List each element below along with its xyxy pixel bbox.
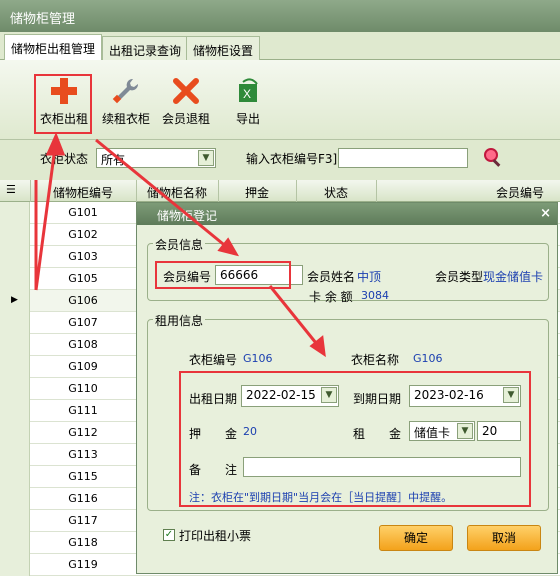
locker-code: G108 [68, 338, 98, 351]
locker-code: G105 [68, 272, 98, 285]
locker-code: G119 [68, 558, 98, 571]
dialog-titlebar: 储物柜登记 × [137, 203, 557, 225]
annotation-highlight-member-id [155, 261, 291, 289]
locker-code: G113 [68, 448, 98, 461]
row-pointer-icon: ▶ [0, 290, 30, 312]
rent-payment-select[interactable]: 储值卡 ▼ [409, 421, 475, 441]
locker-code: G115 [68, 470, 98, 483]
col-locker-name[interactable]: 储物柜名称 [136, 184, 218, 201]
renew-locker-button[interactable]: 续租衣柜 [96, 70, 156, 132]
annotation-highlight-rent [34, 74, 92, 134]
grid-menu-icon[interactable]: ☰ [6, 183, 16, 196]
member-name-value: 中顶 [357, 270, 382, 284]
locker-search-input[interactable] [338, 148, 468, 168]
export-label: 导出 [235, 112, 260, 126]
confirm-button[interactable]: 确定 [379, 525, 453, 551]
window-title: 储物柜管理 [10, 12, 76, 27]
start-date-value: 2022-02-15 [246, 388, 316, 402]
print-receipt-label: 打印出租小票 [179, 529, 252, 543]
col-locker-id[interactable]: 储物柜编号 [30, 184, 136, 201]
rent-info-legend: 租用信息 [153, 312, 206, 329]
member-type-label: 会员类型 [435, 270, 484, 284]
rent-label: 租 金 [353, 427, 402, 441]
status-filter-select[interactable]: 所有 ▼ [96, 148, 216, 168]
member-name-label: 会员姓名 [307, 270, 356, 284]
excel-export-icon: X [239, 78, 258, 102]
toolbar: 衣柜出租 续租衣柜 会员退租 X 导出 [0, 60, 560, 140]
chevron-down-icon: ▼ [457, 423, 473, 439]
chevron-down-icon: ▼ [503, 387, 519, 403]
print-receipt-checkbox[interactable]: ✓ [163, 529, 175, 541]
locker-code: G103 [68, 250, 98, 263]
member-type-value: 现金储值卡 [483, 270, 544, 284]
deposit-label: 押 金 [189, 427, 238, 441]
locker-code: G109 [68, 360, 98, 373]
status-filter-label: 衣柜状态 [40, 152, 89, 166]
end-date-value: 2023-02-16 [414, 388, 484, 402]
balance-value: 3084 [361, 289, 389, 302]
col-deposit[interactable]: 押金 [218, 184, 296, 201]
search-icon[interactable] [482, 146, 504, 168]
deposit-value: 20 [243, 425, 257, 438]
tab-rent-records[interactable]: 出租记录查询 [102, 36, 189, 60]
end-date-label: 到期日期 [353, 392, 402, 406]
member-return-button[interactable]: 会员退租 [156, 70, 216, 132]
rent-amount-input[interactable]: 20 [477, 421, 521, 441]
end-date-picker[interactable]: 2023-02-16 ▼ [409, 385, 521, 407]
member-return-label: 会员退租 [161, 112, 210, 126]
rent-payment-value: 储值卡 [414, 426, 451, 440]
locker-code: G116 [68, 492, 98, 505]
renew-locker-label: 续租衣柜 [101, 112, 150, 126]
close-icon[interactable]: × [540, 206, 551, 221]
grid-header: ☰ 储物柜编号 储物柜名称 押金 状态 会员编号 [0, 180, 560, 202]
col-member-id[interactable]: 会员编号 [480, 184, 560, 201]
balance-label: 卡 余 额 [309, 290, 353, 304]
window-titlebar: 储物柜管理 [0, 0, 560, 32]
locker-code: G101 [68, 206, 98, 219]
locker-code: G106 [68, 294, 98, 307]
locker-search-label: 输入衣柜编号F3] [246, 152, 338, 166]
svg-text:X: X [243, 87, 251, 101]
start-date-picker[interactable]: 2022-02-15 ▼ [241, 385, 339, 407]
chevron-down-icon: ▼ [198, 150, 214, 166]
wrench-icon [112, 78, 139, 104]
tab-bar: 储物柜出租管理 出租记录查询 储物柜设置 [0, 32, 560, 61]
status-filter-value: 所有 [101, 153, 126, 167]
note-input[interactable] [243, 457, 521, 477]
hint-text: 注：衣柜在"到期日期"当月会在［当日提醒］中提醒。 [189, 491, 453, 504]
export-button[interactable]: X 导出 [218, 70, 278, 132]
locker-code: G110 [68, 382, 98, 395]
x-mark-icon [173, 78, 199, 104]
locker-code: G102 [68, 228, 98, 241]
tab-locker-rent[interactable]: 储物柜出租管理 [4, 34, 103, 61]
locker-name-value: G106 [413, 352, 443, 365]
col-status[interactable]: 状态 [296, 184, 376, 201]
dialog-title: 储物柜登记 [157, 209, 218, 223]
cancel-button[interactable]: 取消 [467, 525, 541, 551]
locker-code: G107 [68, 316, 98, 329]
tab-locker-settings[interactable]: 储物柜设置 [186, 36, 261, 60]
locker-code: G111 [68, 404, 98, 417]
start-date-label: 出租日期 [189, 392, 238, 406]
member-info-legend: 会员信息 [153, 236, 206, 253]
filter-bar: 衣柜状态 所有 ▼ 输入衣柜编号F3] [0, 140, 560, 178]
locker-name-label: 衣柜名称 [351, 353, 400, 367]
locker-code: G117 [68, 514, 98, 527]
locker-code: G112 [68, 426, 98, 439]
locker-id-value: G106 [243, 352, 273, 365]
locker-code: G118 [68, 536, 98, 549]
chevron-down-icon: ▼ [321, 387, 337, 403]
note-label: 备 注 [189, 463, 238, 477]
locker-register-dialog: 储物柜登记 × 会员信息 会员编号 66666 会员姓名 中顶 会员类型 现金储… [136, 202, 558, 574]
locker-id-label: 衣柜编号 [189, 353, 238, 367]
